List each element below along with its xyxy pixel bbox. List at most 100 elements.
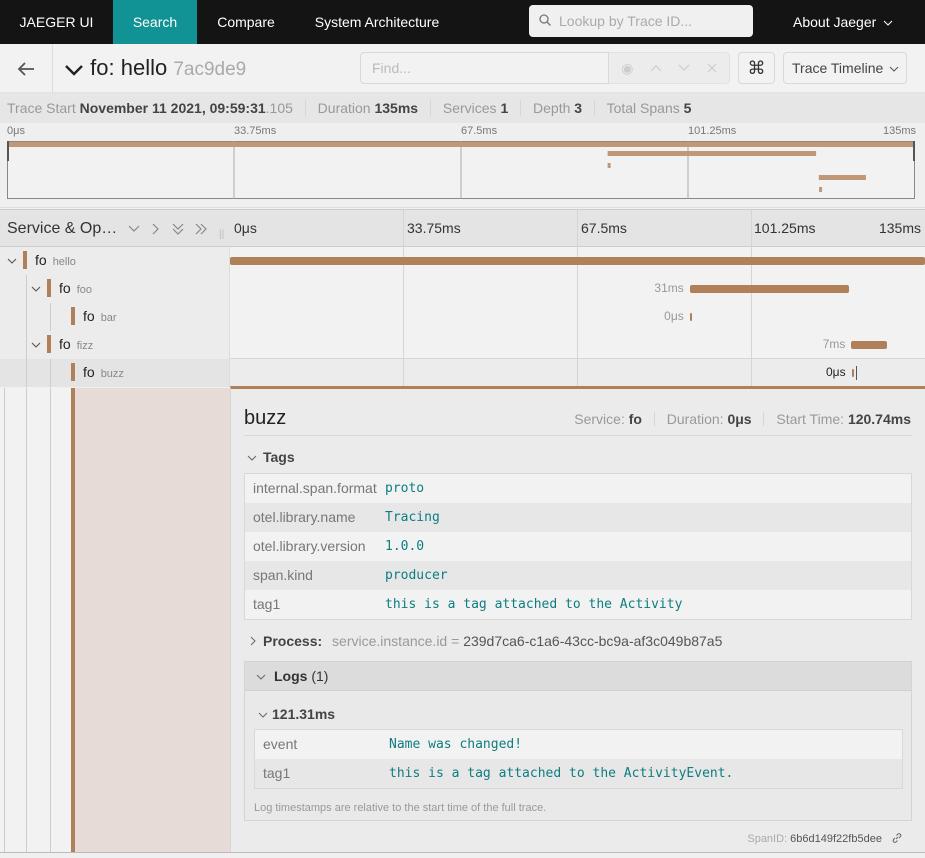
span-row-label[interactable]: fo hello bbox=[0, 247, 230, 275]
span-row-timeline[interactable] bbox=[230, 247, 925, 275]
chevron-down-icon[interactable] bbox=[31, 286, 41, 293]
span-service: fo buzz bbox=[83, 364, 124, 380]
process-value: 239d7ca6-c1a6-43cc-bc9a-af3c049b87a5 bbox=[463, 633, 723, 649]
process-key: service.instance.id bbox=[332, 633, 448, 649]
span-id: SpanID: 6b6d149f22fb5dee bbox=[747, 832, 903, 845]
chevron-down-icon bbox=[65, 65, 83, 76]
span-operation: hello bbox=[52, 256, 76, 268]
collapse-one-icon[interactable] bbox=[128, 224, 140, 234]
span-row-timeline[interactable]: 7ms bbox=[230, 331, 925, 359]
total-spans-label: Total Spans bbox=[606, 100, 680, 116]
duration-value: 0μs bbox=[727, 411, 752, 427]
chevron-down-icon[interactable] bbox=[31, 342, 41, 349]
link-icon[interactable] bbox=[891, 832, 903, 844]
tag-key: otel.library.name bbox=[253, 509, 356, 525]
tag-value: proto bbox=[385, 481, 425, 496]
back-button[interactable] bbox=[0, 44, 53, 93]
span-bar[interactable] bbox=[689, 313, 692, 321]
collapse-all-icon[interactable] bbox=[172, 222, 184, 236]
span-service: fo hello bbox=[35, 252, 76, 268]
tags-section-toggle[interactable]: Tags bbox=[247, 449, 295, 465]
log-fields-table: event Name was changed! tag1 this is a tag … bbox=[254, 729, 903, 789]
service-color-bar bbox=[47, 279, 51, 297]
service-color-bar bbox=[71, 307, 75, 325]
span-bar[interactable] bbox=[689, 285, 850, 293]
trace-id-lookup-input[interactable]: Lookup by Trace ID... bbox=[529, 5, 753, 37]
trace-minimap[interactable]: 0μs 33.75ms 67.5ms 101.25ms 135ms bbox=[0, 123, 925, 208]
tag-row: otel.library.name Tracing bbox=[245, 503, 911, 532]
span-row[interactable]: fo buzz 0μs bbox=[0, 359, 925, 387]
chevron-down-icon bbox=[258, 712, 268, 718]
span-row[interactable]: fo fizz 7ms bbox=[0, 331, 925, 359]
log-field-row: event Name was changed! bbox=[255, 730, 902, 759]
log-field-value: Name was changed! bbox=[389, 737, 523, 752]
about-jaeger-menu[interactable]: About Jaeger bbox=[793, 0, 893, 44]
span-row-timeline[interactable]: 0μs bbox=[230, 359, 925, 387]
process-section-toggle[interactable]: Process: service.instance.id = 239d7ca6-… bbox=[249, 633, 722, 649]
chevron-up-icon[interactable] bbox=[650, 64, 662, 72]
trace-service: fo: bbox=[90, 55, 115, 80]
chevron-down-icon[interactable] bbox=[7, 258, 17, 265]
log-field-value: this is a tag attached to the ActivityEv… bbox=[389, 766, 734, 781]
log-field-key: event bbox=[263, 736, 298, 752]
span-row-timeline[interactable]: 31ms bbox=[230, 275, 925, 303]
close-icon[interactable] bbox=[707, 63, 717, 73]
expand-one-icon[interactable] bbox=[151, 223, 161, 235]
view-selector-dropdown[interactable]: Trace Timeline bbox=[783, 52, 907, 84]
span-bar[interactable] bbox=[851, 341, 888, 349]
trace-title[interactable]: fo: hello 7ac9de9 bbox=[64, 55, 246, 81]
span-row[interactable]: fo foo 31ms bbox=[0, 275, 925, 303]
span-row-label[interactable]: fo buzz bbox=[0, 359, 230, 387]
tag-key: span.kind bbox=[253, 567, 313, 583]
tag-value: Tracing bbox=[385, 510, 440, 525]
nav-tab-system-architecture[interactable]: System Architecture bbox=[305, 0, 449, 44]
service-operation-header: Service & Op… bbox=[7, 220, 118, 237]
span-row-label[interactable]: fo bar bbox=[0, 303, 230, 331]
timeline-tick: 135ms bbox=[878, 220, 921, 236]
duration-value: 135ms bbox=[374, 100, 419, 116]
trace-start-value: November 11 2021, 09:59:31 bbox=[79, 100, 266, 116]
start-time-label: Start Time: bbox=[776, 411, 845, 427]
span-row[interactable]: fo bar 0μs bbox=[0, 303, 925, 331]
span-row-label[interactable]: fo fizz bbox=[0, 331, 230, 359]
locate-icon[interactable]: ◉ bbox=[621, 60, 633, 77]
search-icon bbox=[539, 14, 551, 26]
log-timestamp: 121.31ms bbox=[272, 706, 336, 722]
log-entry-toggle[interactable]: 121.31ms bbox=[258, 706, 335, 722]
span-service: fo fizz bbox=[59, 336, 94, 352]
trace-start-ms: .105 bbox=[265, 100, 293, 116]
footer-border bbox=[0, 852, 925, 858]
chevron-right-icon bbox=[250, 636, 256, 646]
lookup-placeholder: Lookup by Trace ID... bbox=[559, 13, 693, 29]
nav-tab-compare[interactable]: Compare bbox=[205, 0, 287, 44]
logs-section-toggle[interactable]: Logs (1) bbox=[245, 662, 911, 691]
span-row[interactable]: fo hello bbox=[0, 247, 925, 275]
keyboard-shortcuts-button[interactable]: ⌘ bbox=[738, 52, 775, 84]
chevron-down-icon[interactable] bbox=[678, 64, 690, 72]
jaeger-logo[interactable]: JAEGER UI bbox=[0, 0, 113, 44]
span-operation: bar bbox=[100, 312, 117, 324]
tag-row: span.kind producer bbox=[245, 561, 911, 590]
minimap-canvas[interactable] bbox=[7, 141, 917, 201]
minimap-span bbox=[7, 142, 915, 147]
chevron-down-icon bbox=[256, 674, 266, 680]
nav-tab-search[interactable]: Search bbox=[113, 0, 197, 44]
minimap-span bbox=[819, 187, 823, 192]
expand-all-icon[interactable] bbox=[194, 223, 208, 235]
minimap-handle-right[interactable] bbox=[913, 141, 915, 161]
span-bar[interactable] bbox=[230, 257, 925, 265]
span-row-timeline[interactable]: 0μs bbox=[230, 303, 925, 331]
logs-count: (1) bbox=[311, 668, 329, 684]
top-nav: JAEGER UI Search Compare System Architec… bbox=[0, 0, 925, 44]
chevron-down-icon bbox=[883, 20, 893, 26]
span-id-label: SpanID: bbox=[747, 833, 788, 845]
span-row-label[interactable]: fo foo bbox=[0, 275, 230, 303]
find-input[interactable]: Find... bbox=[360, 52, 609, 84]
minimap-tick: 101.25ms bbox=[688, 125, 737, 137]
minimap-handle-left[interactable] bbox=[7, 141, 9, 161]
span-bar[interactable] bbox=[851, 369, 854, 377]
span-duration-label: 7ms bbox=[822, 337, 846, 351]
services-value: 1 bbox=[500, 100, 509, 116]
minimap-tick: 33.75ms bbox=[234, 125, 277, 137]
timeline-header: Service & Op… || 0μs 33.75ms 67.5ms 101.… bbox=[0, 209, 925, 248]
